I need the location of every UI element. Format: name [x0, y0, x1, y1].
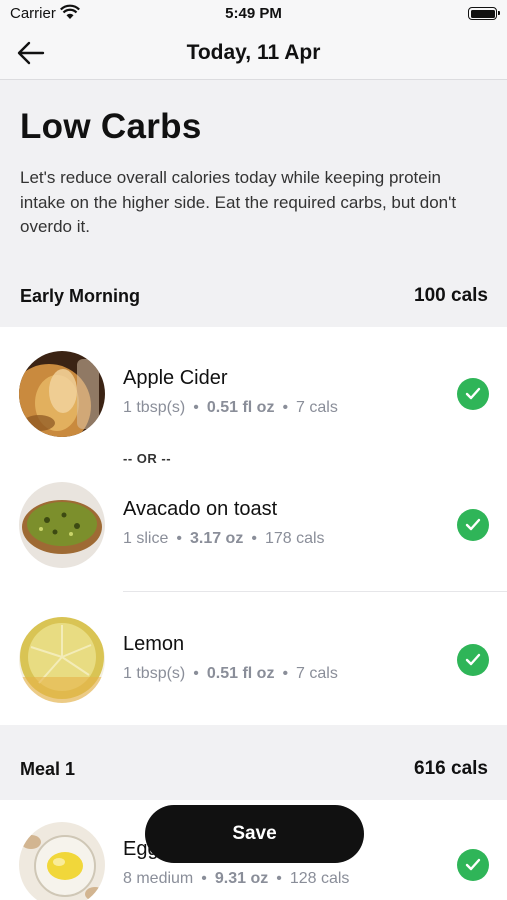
food-meta: 1 slice • 3.17 oz • 178 cals [123, 530, 325, 547]
food-item-lemon[interactable]: Lemon 1 tbsp(s) • 0.51 fl oz • 7 cals [0, 615, 507, 705]
checked-icon[interactable] [457, 644, 489, 676]
food-weight: 0.51 fl oz [206, 665, 275, 682]
or-separator: -- OR -- [123, 451, 172, 466]
food-weight: 9.31 oz [214, 870, 269, 887]
save-button[interactable]: Save [145, 805, 364, 863]
meal-card-early-morning: Apple Cider 1 tbsp(s) • 0.51 fl oz • 7 cals … [0, 327, 507, 725]
avocado-toast-image [19, 482, 105, 568]
food-qty: 1 tbsp(s) [123, 665, 186, 682]
nav-bar: Today, 11 Apr [0, 28, 507, 80]
status-bar: Carrier 5:49 PM [0, 0, 507, 28]
section-cals: 616 cals [414, 758, 488, 779]
section-header-early-morning: Early Morning 100 cals [0, 273, 507, 319]
food-cals: 7 cals [296, 399, 338, 416]
food-item-avocado-toast[interactable]: Avacado on toast 1 slice • 3.17 oz • 178 cal… [0, 480, 507, 570]
section-cals: 100 cals [414, 285, 488, 306]
food-qty: 8 medium [123, 870, 194, 887]
apple-cider-image [19, 351, 105, 437]
eggs-image [19, 822, 105, 900]
food-meta: 8 medium • 9.31 oz • 128 cals [123, 870, 350, 887]
food-weight: 0.51 fl oz [206, 399, 275, 416]
food-name: Avacado on toast [123, 498, 278, 520]
section-name: Meal 1 [20, 759, 76, 779]
plan-description: Let's reduce overall calories today whil… [20, 168, 457, 236]
food-name: Apple Cider [123, 367, 228, 389]
battery-icon [468, 7, 500, 20]
food-meta: 1 tbsp(s) • 0.51 fl oz • 7 cals [123, 399, 338, 416]
section-name: Early Morning [20, 286, 141, 306]
food-meta: 1 tbsp(s) • 0.51 fl oz • 7 cals [123, 665, 338, 682]
food-cals: 178 cals [264, 530, 325, 547]
checked-icon[interactable] [457, 509, 489, 541]
food-name: Lemon [123, 633, 185, 655]
lemon-image [19, 617, 105, 703]
food-cals: 7 cals [296, 665, 338, 682]
food-qty: 1 slice [123, 530, 169, 547]
checked-icon[interactable] [457, 849, 489, 881]
food-item-apple-cider[interactable]: Apple Cider 1 tbsp(s) • 0.51 fl oz • 7 cals [0, 349, 507, 439]
item-divider [123, 591, 507, 592]
food-weight: 3.17 oz [189, 530, 244, 547]
checked-icon[interactable] [457, 378, 489, 410]
food-cals: 128 cals [289, 870, 350, 887]
food-qty: 1 tbsp(s) [123, 399, 186, 416]
status-time: 5:49 PM [225, 5, 282, 22]
section-header-meal-1: Meal 1 616 cals [0, 746, 507, 792]
page-title: Low Carbs [20, 107, 202, 146]
nav-title: Today, 11 Apr [186, 41, 321, 64]
